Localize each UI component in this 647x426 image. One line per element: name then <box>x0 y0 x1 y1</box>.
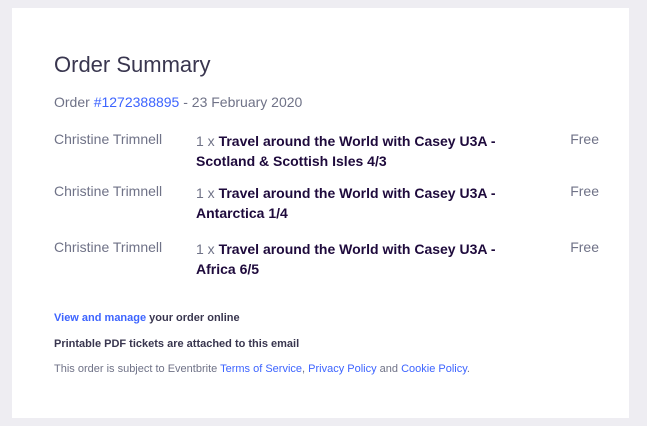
privacy-policy-link[interactable]: Privacy Policy <box>308 363 376 375</box>
buyer-name: Christine Trimnell <box>54 239 163 255</box>
event-name: Travel around the World with Casey U3A -… <box>196 241 496 277</box>
pdf-tickets-note: Printable PDF tickets are attached to th… <box>54 338 300 350</box>
item-price: Free <box>570 183 599 199</box>
terms-of-service-link[interactable]: Terms of Service <box>220 363 302 375</box>
item-quantity: 1 x <box>196 185 219 201</box>
order-prefix: Order <box>54 94 94 110</box>
order-summary-card: Order Summary Order #1272388895 - 23 Feb… <box>12 8 629 418</box>
page-title: Order Summary <box>54 52 211 77</box>
order-number-link[interactable]: #1272388895 <box>94 94 180 110</box>
order-info: Order #1272388895 - 23 February 2020 <box>54 94 302 110</box>
event-name: Travel around the World with Casey U3A -… <box>196 185 496 221</box>
item-quantity: 1 x <box>196 133 219 149</box>
item-description: 1 x Travel around the World with Casey U… <box>196 239 526 279</box>
item-description: 1 x Travel around the World with Casey U… <box>196 131 526 171</box>
item-quantity: 1 x <box>196 241 219 257</box>
terms-and: and <box>376 363 402 375</box>
item-price: Free <box>570 131 599 147</box>
view-manage-link[interactable]: View and manage <box>54 312 146 324</box>
terms-prefix: This order is subject to Eventbrite <box>54 363 221 375</box>
item-description: 1 x Travel around the World with Casey U… <box>196 183 526 223</box>
terms-line: This order is subject to Eventbrite Term… <box>54 363 470 375</box>
manage-order-line: View and manage your order online <box>54 312 240 324</box>
buyer-name: Christine Trimnell <box>54 131 163 147</box>
manage-text: your order online <box>146 312 240 324</box>
buyer-name: Christine Trimnell <box>54 183 163 199</box>
event-name: Travel around the World with Casey U3A -… <box>196 133 496 169</box>
cookie-policy-link[interactable]: Cookie Policy <box>401 363 467 375</box>
terms-end: . <box>466 363 470 375</box>
item-price: Free <box>570 239 599 255</box>
order-date: - 23 February 2020 <box>179 94 303 110</box>
